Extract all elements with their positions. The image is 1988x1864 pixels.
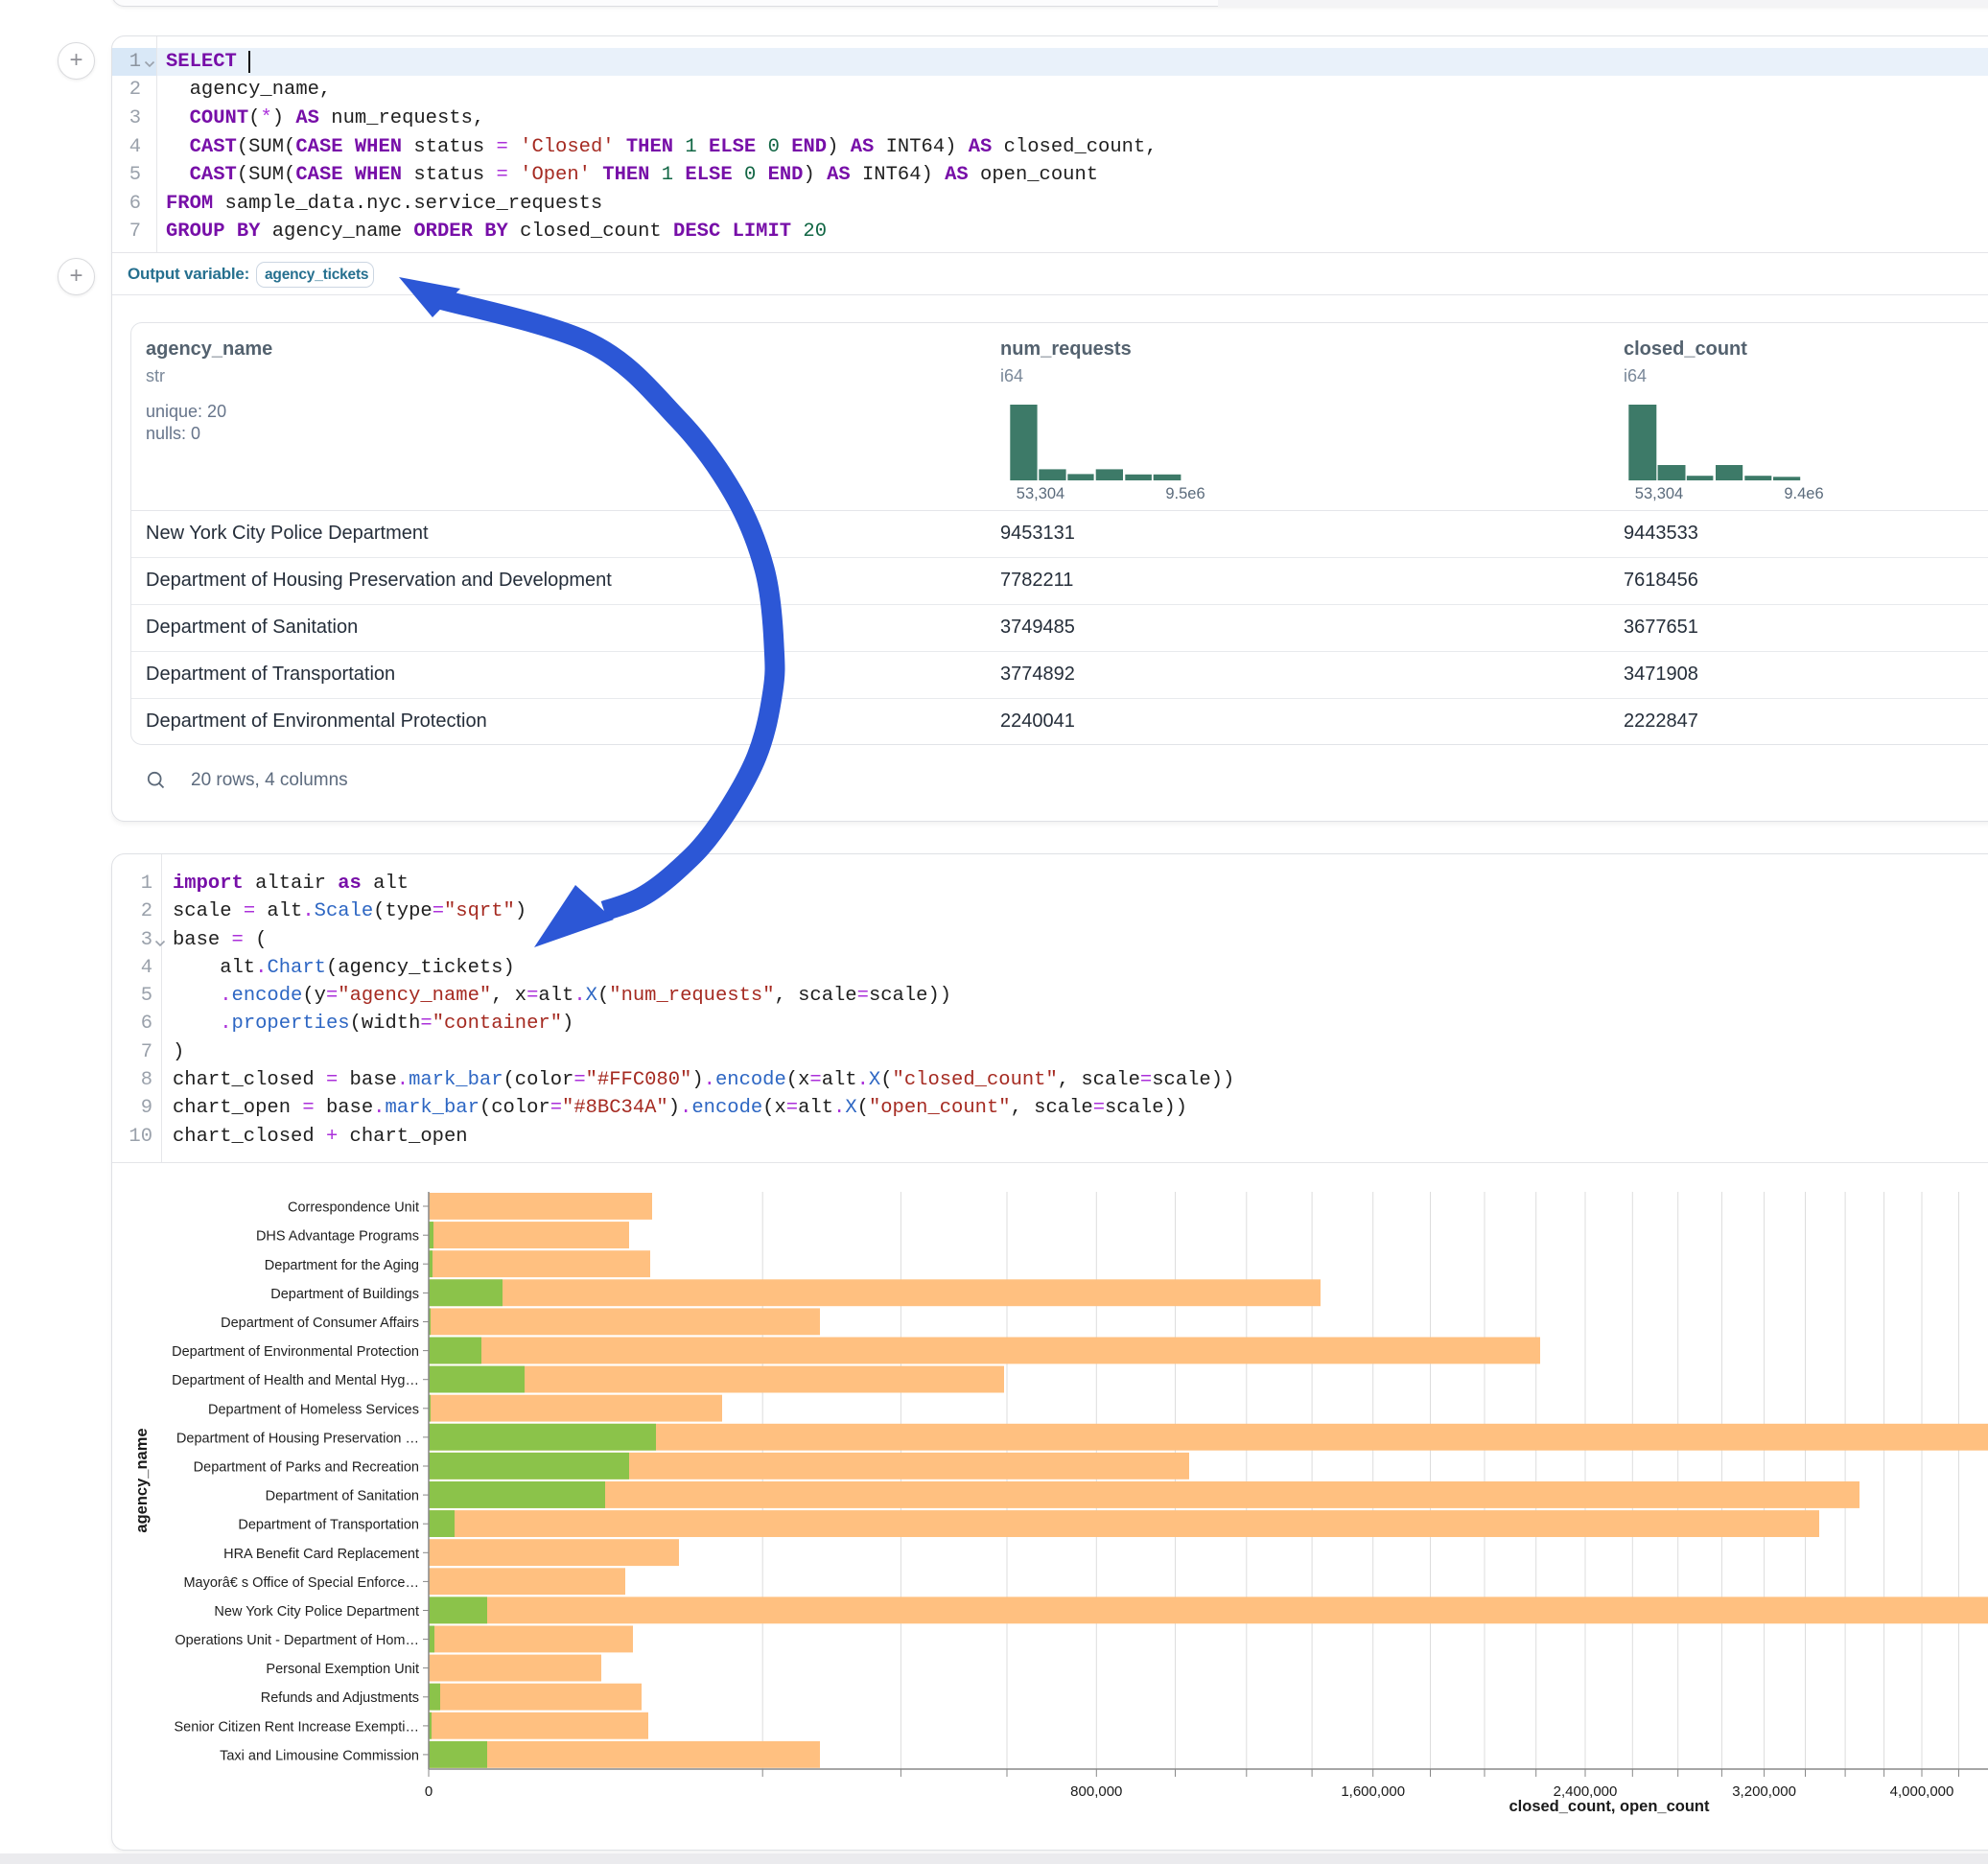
svg-text:Department for the Aging: Department for the Aging xyxy=(265,1258,419,1273)
svg-text:Mayorâ€ s Office of Special En: Mayorâ€ s Office of Special Enforce… xyxy=(183,1575,419,1591)
svg-text:Operations Unit - Department o: Operations Unit - Department of Hom… xyxy=(175,1633,419,1648)
svg-text:Department of Buildings: Department of Buildings xyxy=(270,1287,419,1302)
svg-text:Department of Transportation: Department of Transportation xyxy=(238,1518,419,1533)
svg-text:Refunds and Adjustments: Refunds and Adjustments xyxy=(261,1690,419,1706)
svg-text:0: 0 xyxy=(425,1783,433,1800)
svg-text:Personal Exemption Unit: Personal Exemption Unit xyxy=(266,1662,419,1677)
svg-text:Department of Environmental Pr: Department of Environmental Protection xyxy=(172,1344,419,1360)
svg-text:Department of Housing Preserva: Department of Housing Preservation … xyxy=(176,1431,419,1446)
svg-text:4,000,000: 4,000,000 xyxy=(1890,1783,1954,1800)
svg-text:Department of Consumer Affairs: Department of Consumer Affairs xyxy=(221,1316,419,1331)
svg-text:Department of Sanitation: Department of Sanitation xyxy=(266,1489,419,1504)
svg-text:Senior Citizen Rent Increase E: Senior Citizen Rent Increase Exempti… xyxy=(175,1719,419,1735)
svg-text:DHS Advantage Programs: DHS Advantage Programs xyxy=(256,1229,419,1245)
svg-text:closed_count, open_count: closed_count, open_count xyxy=(1509,1798,1710,1815)
svg-text:3,200,000: 3,200,000 xyxy=(1732,1783,1796,1800)
svg-text:HRA Benefit Card Replacement: HRA Benefit Card Replacement xyxy=(223,1547,419,1562)
svg-text:Department of Homeless Service: Department of Homeless Services xyxy=(208,1402,419,1417)
svg-text:Department of Health and Menta: Department of Health and Mental Hyg… xyxy=(172,1373,419,1388)
svg-text:Correspondence Unit: Correspondence Unit xyxy=(288,1200,419,1216)
svg-text:Taxi and Limousine Commission: Taxi and Limousine Commission xyxy=(220,1748,419,1763)
svg-text:1,600,000: 1,600,000 xyxy=(1341,1783,1405,1800)
svg-text:800,000: 800,000 xyxy=(1070,1783,1122,1800)
svg-text:Department of Parks and Recrea: Department of Parks and Recreation xyxy=(194,1460,419,1476)
svg-text:New York City Police Departmen: New York City Police Department xyxy=(214,1604,419,1619)
svg-text:agency_name: agency_name xyxy=(133,1428,151,1532)
